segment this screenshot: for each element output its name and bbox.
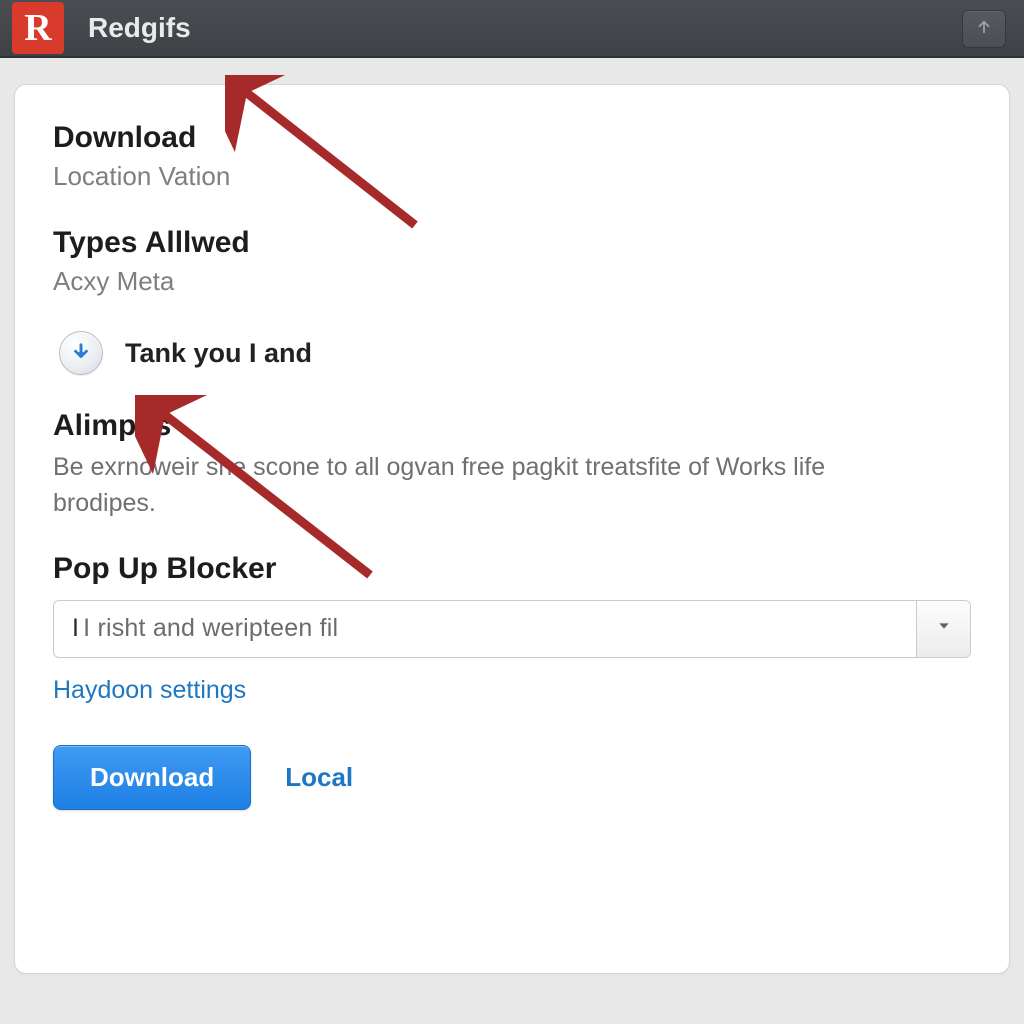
alimpus-body: Be exrnoweir she scone to all ogvan free… [53,449,933,522]
types-subtitle: Acxy Meta [53,266,971,297]
app-logo-letter: R [24,6,51,50]
alimpus-heading: Alimpus [53,409,971,443]
download-arrow-icon [59,331,103,375]
upload-button[interactable] [962,10,1006,48]
upload-icon [975,18,993,41]
info-row-text: Tank you I and [125,338,312,369]
title-bar: R Redgifs [0,0,1024,58]
popup-heading: Pop Up Blocker [53,552,971,586]
app-logo: R [12,2,64,54]
popup-dropdown-toggle[interactable] [916,601,970,657]
info-row: Tank you I and [59,331,971,375]
annotation-arrow-1 [225,75,445,245]
action-row: Download Local [53,745,971,810]
page-body: Download Location Vation Types Alllwed A… [0,58,1024,988]
haydoon-settings-link[interactable]: Haydoon settings [53,676,246,705]
download-button[interactable]: Download [53,745,251,810]
download-subtitle: Location Vation [53,161,971,192]
local-link[interactable]: Local [285,762,353,793]
app-title: Redgifs [88,12,191,44]
types-heading: Types Alllwed [53,226,971,260]
popup-dropdown-field[interactable]: I I risht and weripteen fil [54,601,916,657]
download-heading: Download [53,121,971,155]
popup-dropdown-value: I risht and weripteen fil [83,614,338,643]
chevron-down-icon [936,618,952,639]
settings-card: Download Location Vation Types Alllwed A… [14,84,1010,974]
text-cursor: I [72,614,79,643]
popup-dropdown[interactable]: I I risht and weripteen fil [53,600,971,658]
